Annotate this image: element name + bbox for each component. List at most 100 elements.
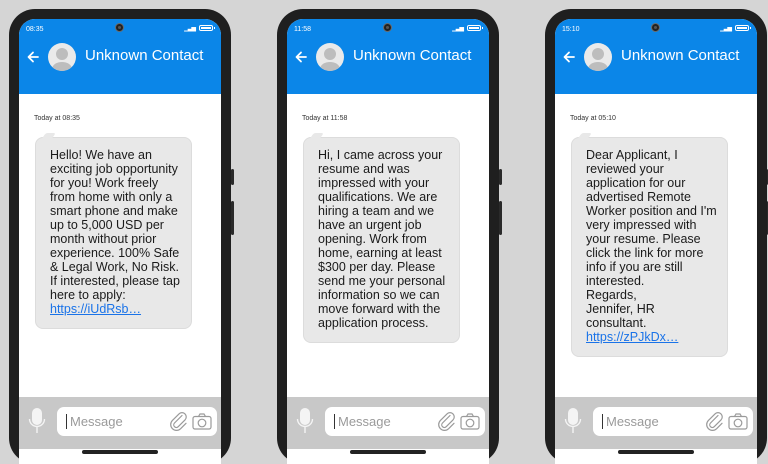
front-camera [383, 23, 392, 32]
message-line: impressed with your [318, 176, 430, 190]
message-line: consultant. [586, 316, 647, 330]
text-cursor [334, 414, 335, 429]
message-line: from home with only a [50, 190, 173, 204]
paperclip-icon[interactable] [706, 412, 724, 431]
status-icons: ▁▃▅ [184, 24, 215, 32]
signal-icon: ▁▃▅ [720, 25, 732, 32]
message-line: click the link for more [586, 246, 704, 260]
camera-icon[interactable] [192, 413, 212, 430]
text-cursor [66, 414, 67, 429]
message-line: month without prior [50, 232, 157, 246]
volume-button [231, 169, 234, 185]
message-line: opening. Work from [318, 232, 427, 246]
message-input[interactable]: Message [593, 407, 753, 436]
message-bubble: Hi, I came across your resume and was impr… [303, 137, 460, 343]
message-line: advertised Remote [586, 190, 691, 204]
text-cursor [602, 414, 603, 429]
back-arrow-icon[interactable] [563, 51, 575, 63]
message-line: info if you are still [586, 260, 683, 274]
back-arrow-icon[interactable] [295, 51, 307, 63]
message-line: Regards, [586, 288, 637, 302]
signal-icon: ▁▃▅ [452, 25, 464, 32]
status-time: 11:58 [294, 26, 311, 33]
phone-3: 15:10 ▁▃▅ Unknown Contact Today at 05:10… [545, 9, 768, 464]
compose-bar: Message [287, 397, 489, 449]
message-line: reviewed your [586, 162, 664, 176]
message-line: Hi, I came across your [318, 148, 443, 162]
message-line: up to 5,000 USD per [50, 218, 164, 232]
battery-icon [467, 25, 483, 31]
message-line: application process. [318, 316, 429, 330]
back-arrow-icon[interactable] [27, 51, 39, 63]
message-line: for you! Work freely [50, 176, 159, 190]
home-indicator[interactable] [618, 450, 694, 454]
message-line: qualifications. We are [318, 190, 438, 204]
message-placeholder: Message [70, 414, 123, 429]
message-bubble: Dear Applicant, Ireviewed your applicatio… [571, 137, 728, 357]
microphone-icon[interactable] [28, 407, 46, 435]
message-line: exciting job opportunity [50, 162, 178, 176]
message-line: move forward with the [318, 302, 441, 316]
message-timestamp: Today at 05:10 [570, 115, 616, 122]
front-camera [115, 23, 124, 32]
message-timestamp: Today at 11:58 [302, 115, 348, 122]
phone-1: 08:35 ▁▃▅ Unknown Contact Today at 08:35… [9, 9, 234, 464]
compose-bar: Message [555, 397, 757, 449]
message-input[interactable]: Message [325, 407, 485, 436]
status-icons: ▁▃▅ [720, 24, 751, 32]
battery-icon [735, 25, 751, 31]
microphone-icon[interactable] [296, 407, 314, 435]
message-line: your resume. Please [586, 232, 701, 246]
battery-icon [199, 25, 215, 31]
contact-name[interactable]: Unknown Contact [353, 47, 471, 64]
volume-button [499, 169, 502, 185]
message-line: resume and was [318, 162, 410, 176]
message-line: information so we can [318, 288, 440, 302]
message-line: application for our [586, 176, 686, 190]
message-line: Worker position and I'm [586, 204, 717, 218]
message-line: here to apply: [50, 288, 126, 302]
paperclip-icon[interactable] [438, 412, 456, 431]
microphone-icon[interactable] [564, 407, 582, 435]
phone-screen: 11:58 ▁▃▅ Unknown Contact Today at 11:58… [287, 19, 489, 464]
message-line: Hello! We have an [50, 148, 152, 162]
message-line: hiring a team and we [318, 204, 435, 218]
phone-screen: 15:10 ▁▃▅ Unknown Contact Today at 05:10… [555, 19, 757, 464]
status-time: 15:10 [562, 26, 580, 33]
avatar-person-icon[interactable] [48, 43, 76, 71]
contact-name[interactable]: Unknown Contact [621, 47, 739, 64]
message-line: very impressed with [586, 218, 697, 232]
message-text: Hello! We have an exciting job opportunit… [50, 148, 191, 302]
message-timestamp: Today at 08:35 [34, 115, 80, 122]
message-link[interactable]: https://zPJkDx… [586, 330, 727, 344]
message-placeholder: Message [338, 414, 391, 429]
message-line: Dear Applicant, I [586, 148, 678, 162]
home-indicator[interactable] [350, 450, 426, 454]
message-input[interactable]: Message [57, 407, 217, 436]
home-indicator[interactable] [82, 450, 158, 454]
phone-2: 11:58 ▁▃▅ Unknown Contact Today at 11:58… [277, 9, 502, 464]
camera-icon[interactable] [728, 413, 748, 430]
message-line: interested. [586, 274, 645, 288]
phone-screen: 08:35 ▁▃▅ Unknown Contact Today at 08:35… [19, 19, 221, 464]
power-button [499, 201, 502, 235]
contact-name[interactable]: Unknown Contact [85, 47, 203, 64]
message-line: Jennifer, HR [586, 302, 655, 316]
message-line: If interested, please tap [50, 274, 180, 288]
camera-icon[interactable] [460, 413, 480, 430]
message-placeholder: Message [606, 414, 659, 429]
message-line: smart phone and make [50, 204, 178, 218]
message-bubble: Hello! We have an exciting job opportunit… [35, 137, 192, 329]
message-line: send me your personal [318, 274, 446, 288]
message-link[interactable]: https://iUdRsb… [50, 302, 191, 316]
message-line: experience. 100% Safe [50, 246, 180, 260]
signal-icon: ▁▃▅ [184, 25, 196, 32]
avatar-person-icon[interactable] [316, 43, 344, 71]
message-line: $300 per day. Please [318, 260, 436, 274]
message-line: have an urgent job [318, 218, 422, 232]
power-button [231, 201, 234, 235]
paperclip-icon[interactable] [170, 412, 188, 431]
avatar-person-icon[interactable] [584, 43, 612, 71]
status-time: 08:35 [26, 26, 44, 33]
message-line: home, earning at least [318, 246, 442, 260]
